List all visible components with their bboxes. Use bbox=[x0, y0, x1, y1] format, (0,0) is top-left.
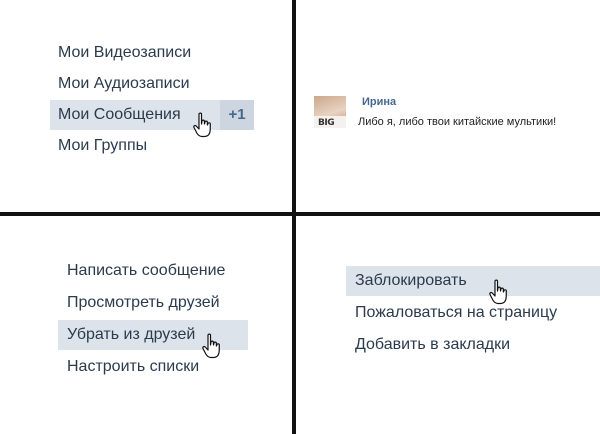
sender-avatar[interactable]: BIG bbox=[314, 96, 346, 128]
menu-item-label: Мои Аудиозаписи bbox=[58, 75, 190, 92]
menu-item-label: Заблокировать bbox=[355, 272, 467, 289]
menu-item-groups[interactable]: Мои Группы bbox=[50, 131, 255, 161]
hand-pointer-icon bbox=[193, 112, 211, 138]
unread-count-badge: +1 bbox=[220, 100, 254, 130]
panel-profile-menu: Мои Видеозаписи Мои Аудиозаписи Мои Сооб… bbox=[0, 0, 292, 212]
message-text: Либо я, либо твои китайские мультики! bbox=[358, 116, 557, 128]
menu-item-send-message[interactable]: Написать сообщение bbox=[58, 256, 248, 286]
panel-friend-actions: Написать сообщение Просмотреть друзей Уб… bbox=[0, 216, 292, 434]
menu-item-label: Добавить в закладки bbox=[355, 336, 511, 353]
hand-pointer-icon bbox=[202, 333, 220, 359]
menu-item-label: Настроить списки bbox=[67, 358, 200, 375]
menu-item-videos[interactable]: Мои Видеозаписи bbox=[50, 38, 255, 68]
menu-item-label: Просмотреть друзей bbox=[67, 294, 220, 311]
menu-item-view-friends[interactable]: Просмотреть друзей bbox=[58, 288, 248, 318]
avatar-shirt-print: BIG bbox=[318, 118, 335, 128]
panel-page-actions: Заблокировать Пожаловаться на страницу Д… bbox=[296, 216, 600, 434]
menu-item-block[interactable]: Заблокировать bbox=[346, 266, 600, 296]
panel-incoming-message: BIG Ирина Либо я, либо твои китайские му… bbox=[296, 0, 600, 212]
menu-item-label: Мои Видеозаписи bbox=[58, 44, 192, 61]
menu-item-audio[interactable]: Мои Аудиозаписи bbox=[50, 69, 255, 99]
menu-item-label: Мои Сообщения bbox=[58, 106, 181, 123]
menu-item-add-bookmark[interactable]: Добавить в закладки bbox=[346, 330, 600, 360]
menu-item-label: Мои Группы bbox=[58, 137, 148, 154]
menu-item-label: Написать сообщение bbox=[67, 262, 226, 279]
menu-item-report-page[interactable]: Пожаловаться на страницу bbox=[346, 298, 600, 328]
message-sender-name[interactable]: Ирина bbox=[362, 96, 396, 108]
menu-item-label: Пожаловаться на страницу bbox=[355, 304, 558, 321]
menu-item-messages[interactable]: Мои Сообщения +1 bbox=[50, 100, 254, 130]
menu-item-label: Убрать из друзей bbox=[67, 326, 196, 343]
hand-pointer-icon bbox=[489, 279, 507, 305]
